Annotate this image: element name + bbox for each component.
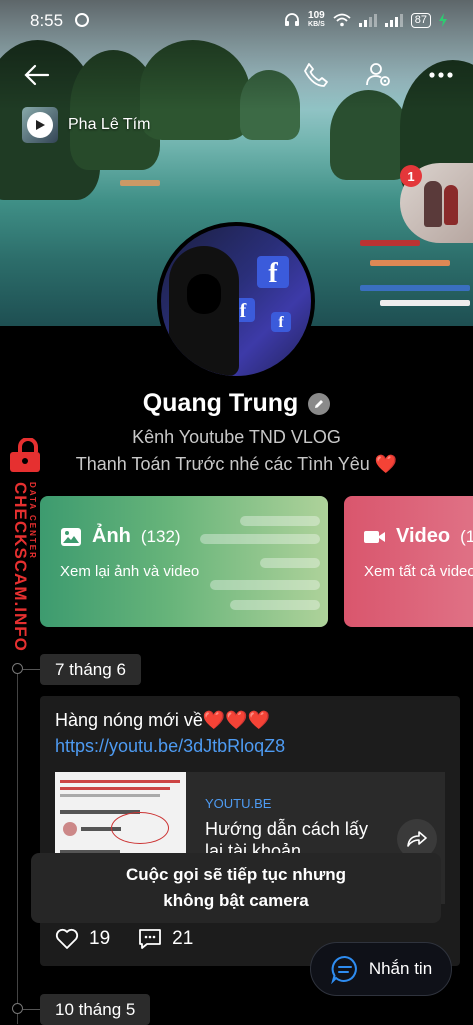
chat-ghost [200,534,320,544]
timeline-post[interactable]: Hàng nóng mới về❤️❤️❤️ https://youtu.be/… [40,696,460,966]
chat-bubble-icon [330,955,357,984]
speed-value: 109 [308,10,325,21]
timeline-dot [12,1003,23,1014]
videos-card-subtitle: Xem tất cả video [364,563,473,580]
more-options-button[interactable] [424,58,458,92]
status-right: 109 KB/S 87 [284,11,447,29]
profile-avatar[interactable]: f f f [157,222,315,380]
edit-pencil-icon[interactable] [308,392,331,415]
signal-1-icon [358,13,377,27]
network-speed: 109 KB/S [308,11,325,29]
timeline-date-chip: 10 tháng 5 [40,994,151,1025]
videos-card-title: Video (1) [364,525,473,548]
user-gear-icon [366,63,390,86]
image-icon [61,527,81,546]
like-button[interactable]: 19 [55,928,110,950]
status-time: 8:55 [30,11,64,30]
heart-icon [55,928,79,949]
watermark-subtext: DATA CENTER [28,482,37,560]
video-camera-icon [364,530,385,543]
facebook-logo-icon: f [271,312,291,332]
photos-count: (132) [140,526,181,546]
share-arrow-icon [407,831,427,847]
preview-domain: YOUTU.BE [205,796,272,811]
chat-ghost [240,516,320,526]
timeline-line [17,670,18,1024]
videos-count: (1) [460,526,473,546]
story-figure [444,185,458,225]
comment-button[interactable]: 21 [138,928,193,950]
more-dots-icon [429,72,453,78]
videos-card[interactable]: Video (1) Xem tất cả video [344,496,473,627]
signal-2-icon [384,13,403,27]
send-message-label: Nhắn tin [368,959,433,978]
messenger-icon [75,13,89,27]
videos-label: Video [396,525,451,547]
hacker-face [187,274,221,314]
lock-icon [10,438,40,472]
profile-music[interactable]: Pha Lê Tím [22,107,150,143]
battery-icon: 87 [410,12,431,28]
arrow-left-icon [24,64,50,86]
toast-text: Cuộc gọi sẽ tiếp tục nhưng không bật cam… [125,865,347,910]
facebook-logo-icon: f [257,256,289,289]
photos-card-subtitle: Xem lại ảnh và video [60,563,200,580]
profile-name: Quang Trung [142,389,299,417]
profile-bio: Thanh Toán Trước nhé các Tình Yêu ❤️ [75,454,398,474]
chat-ghost [230,600,320,610]
charging-icon [439,13,447,27]
phone-icon [304,63,328,87]
back-button[interactable] [20,58,54,92]
voice-call-button[interactable] [299,58,333,92]
photos-card[interactable]: Ảnh (132) Xem lại ảnh và video [40,496,328,627]
toast-message: Cuộc gọi sẽ tiếp tục nhưng không bật cam… [31,853,441,923]
chat-ghost [260,558,320,568]
cover-boat [380,300,470,306]
post-text: Hàng nóng mới về❤️❤️❤️ [55,710,271,730]
photos-card-title: Ảnh (132) [60,525,181,548]
headphones-icon [285,13,300,26]
music-title: Pha Lê Tím [68,116,151,133]
watermark-text: CHECKSCAM.INFO [11,482,30,652]
timeline-dot [12,663,23,674]
comment-count: 21 [172,928,194,949]
cover-boat [370,260,450,266]
timeline-date-chip: 7 tháng 6 [40,654,141,685]
story-count-badge: 1 [400,165,422,187]
like-count: 19 [89,928,111,949]
comment-icon [139,929,162,949]
wifi-icon [333,13,351,27]
timeline-connector [23,669,40,670]
cover-boat [360,285,470,291]
story-figure [424,181,442,227]
cover-boat [120,180,160,186]
timeline-connector [23,1009,40,1010]
send-message-button[interactable]: Nhắn tin [310,942,452,996]
music-thumbnail [22,107,58,143]
play-icon[interactable] [27,112,53,138]
post-link[interactable]: https://youtu.be/3dJtbRloqZ8 [55,736,285,757]
chat-ghost [210,580,320,590]
profile-name-row: Quang Trung [0,389,473,418]
post-actions: 19 21 [55,928,193,950]
status-bar: 8:55 109 KB/S 87 [0,0,473,40]
profile-subtitle: Kênh Youtube TND VLOG [132,427,341,447]
speed-unit: KB/S [308,21,325,28]
photos-label: Ảnh [92,525,131,547]
cover-boat [360,240,420,246]
profile-settings-button[interactable] [362,58,396,92]
